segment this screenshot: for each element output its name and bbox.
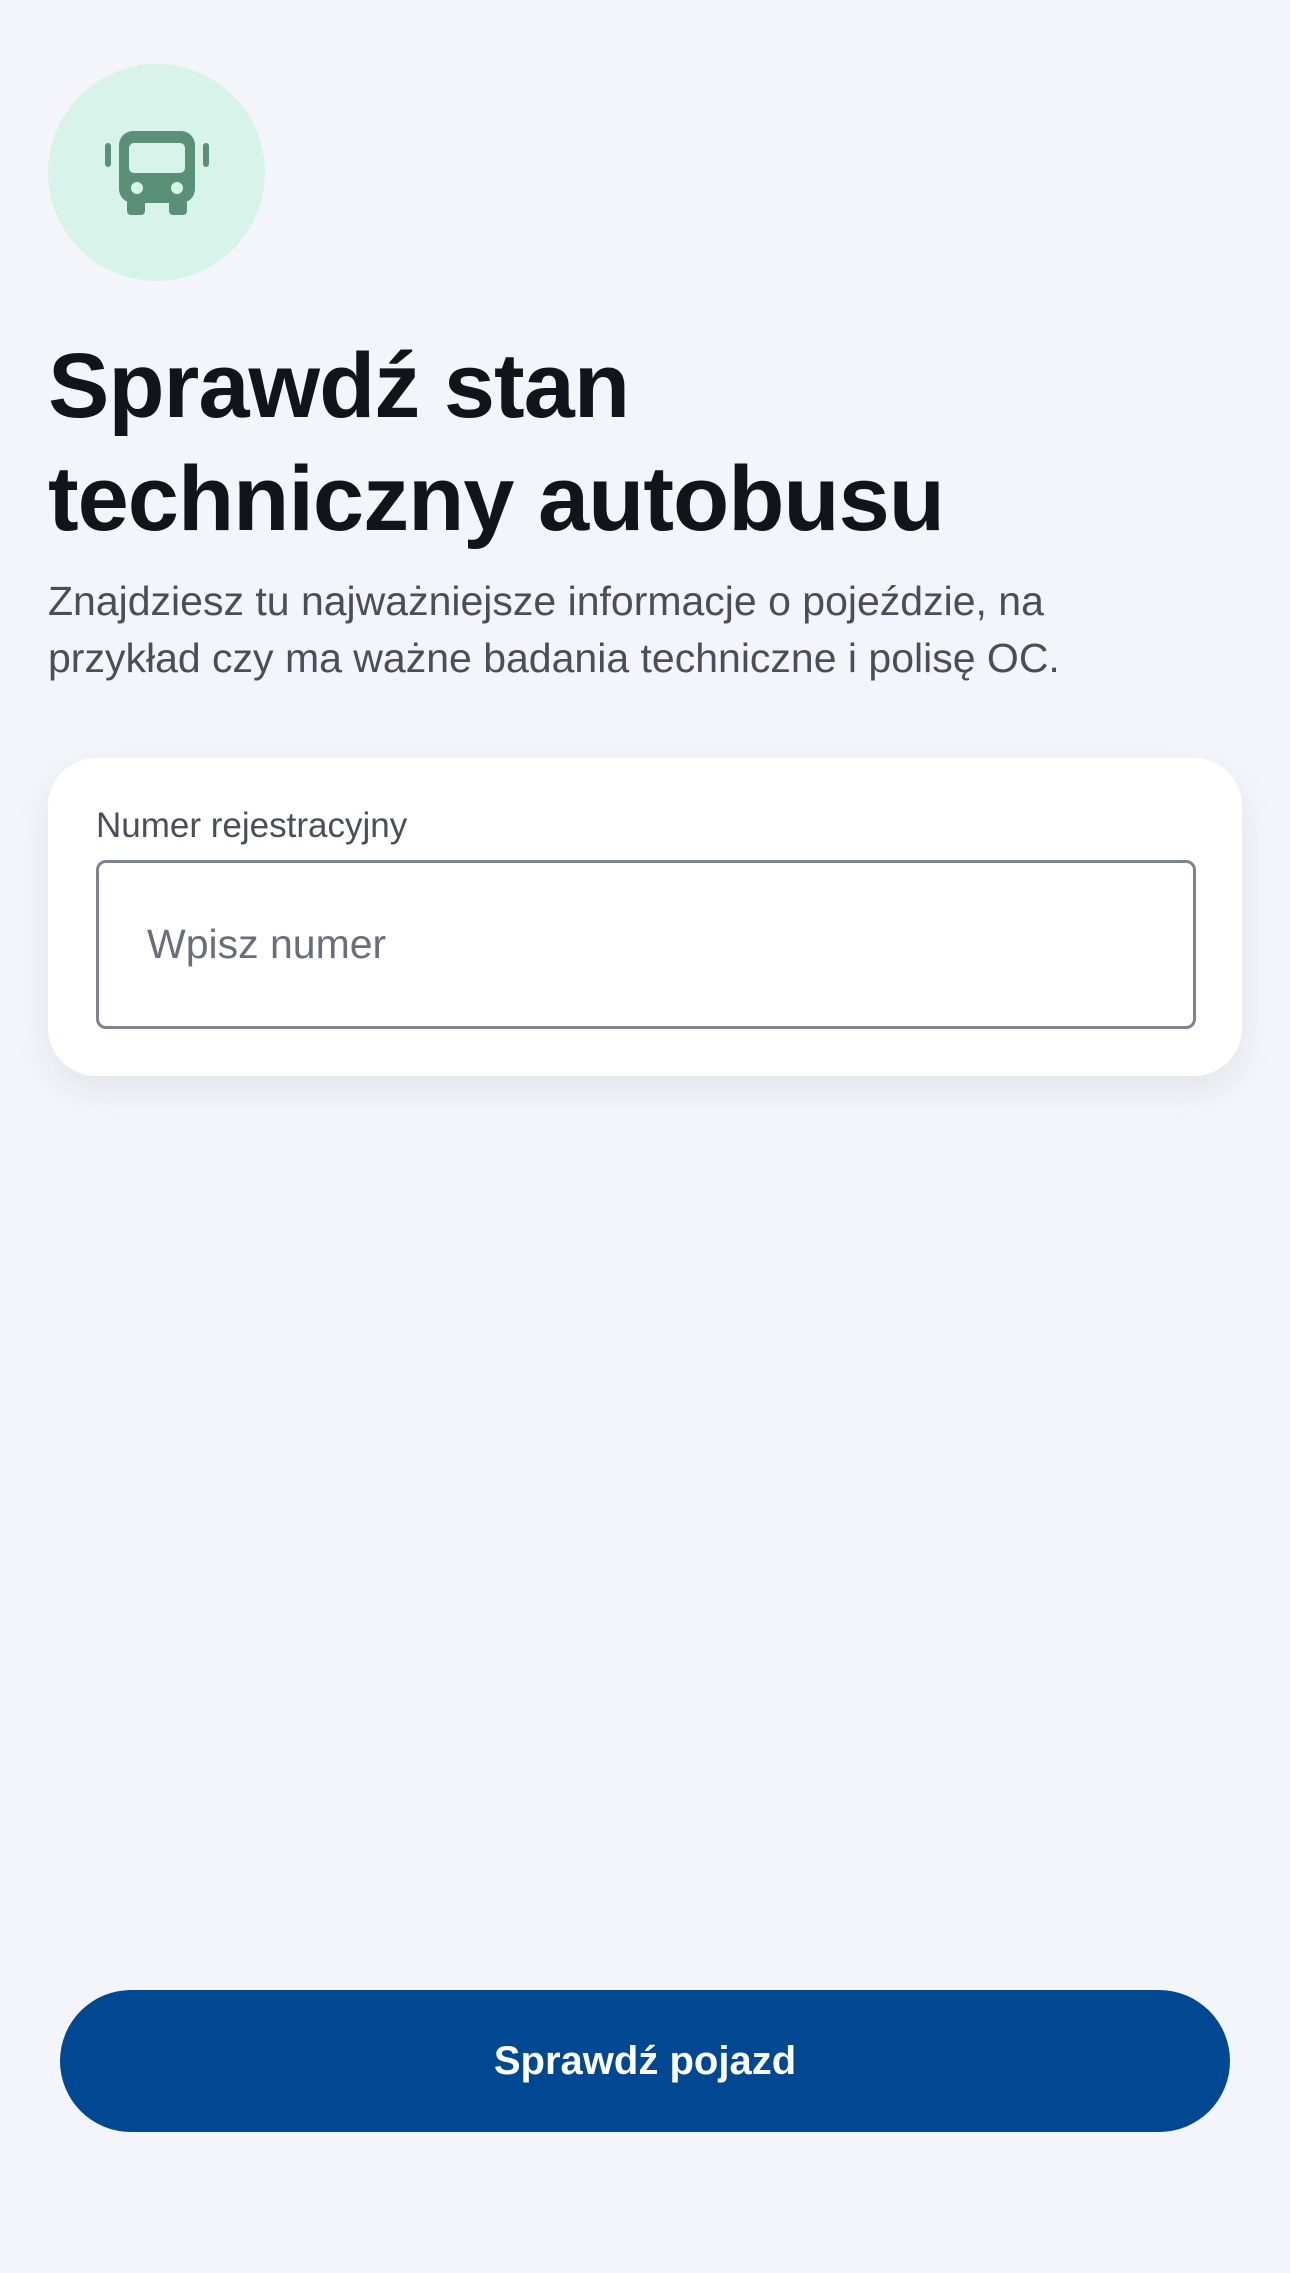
- registration-form-card: Numer rejestracyjny: [48, 758, 1242, 1076]
- page-description-line-1: Znajdziesz tu najważniejsze informacje o…: [48, 578, 1044, 624]
- page-title-line-2: techniczny autobusu: [48, 448, 945, 550]
- vehicle-check-screen: Sprawdź stan techniczny autobusu Znajdzi…: [0, 0, 1290, 2273]
- page-title-line-1: Sprawdź stan: [48, 335, 630, 437]
- bus-icon: [104, 130, 209, 215]
- registration-number-label: Numer rejestracyjny: [96, 806, 408, 845]
- page-description: Znajdziesz tu najważniejsze informacje o…: [48, 573, 1248, 687]
- registration-number-input[interactable]: [96, 860, 1196, 1029]
- page-description-line-2: przykład czy ma ważne badania techniczne…: [48, 635, 1060, 681]
- page-title: Sprawdź stan techniczny autobusu: [48, 330, 1228, 556]
- bus-icon-badge: [48, 64, 265, 281]
- check-vehicle-button[interactable]: Sprawdź pojazd: [60, 1990, 1230, 2132]
